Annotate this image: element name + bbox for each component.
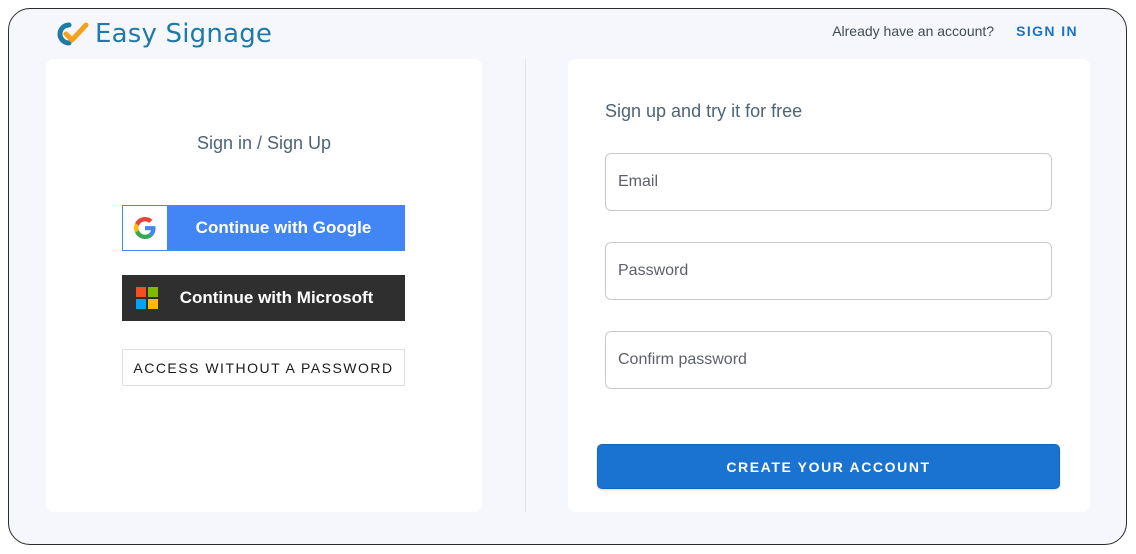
app-window: Easy Signage Already have an account? SI… xyxy=(8,8,1127,545)
already-have-account-text: Already have an account? xyxy=(832,23,995,39)
brand-logo[interactable]: Easy Signage xyxy=(53,18,272,50)
sign-in-link[interactable]: SIGN IN xyxy=(1016,23,1078,39)
create-account-button[interactable]: CREATE YOUR ACCOUNT xyxy=(597,444,1060,489)
easy-signage-logo-icon xyxy=(57,22,89,46)
microsoft-button-label: Continue with Microsoft xyxy=(179,288,374,307)
panel-divider xyxy=(525,59,526,512)
continue-with-google-button[interactable]: Continue with Google xyxy=(122,205,405,251)
confirm-password-field[interactable] xyxy=(605,331,1052,389)
header-account-prompt: Already have an account? SIGN IN xyxy=(832,23,1078,39)
google-icon-box xyxy=(123,206,167,250)
password-field[interactable] xyxy=(605,242,1052,300)
email-field[interactable] xyxy=(605,153,1052,211)
google-button-label: Continue with Google xyxy=(195,218,372,237)
sign-up-panel: Sign up and try it for free CREATE YOUR … xyxy=(568,59,1090,512)
brand-name: Easy Signage xyxy=(95,19,273,49)
sign-up-heading: Sign up and try it for free xyxy=(605,101,803,121)
sign-in-heading: Sign in / Sign Up xyxy=(196,133,332,153)
sign-in-panel: Sign in / Sign Up Continue with Google C… xyxy=(46,59,482,512)
google-g-icon xyxy=(134,217,156,239)
access-without-password-button[interactable]: ACCESS WITHOUT A PASSWORD xyxy=(122,349,405,386)
microsoft-logo-icon xyxy=(136,287,158,309)
continue-with-microsoft-button[interactable]: Continue with Microsoft xyxy=(122,275,405,321)
